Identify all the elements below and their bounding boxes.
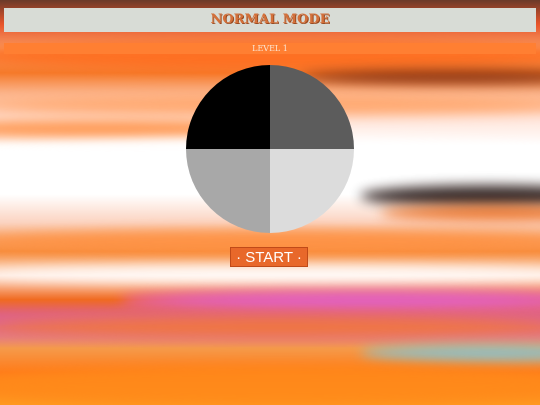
color-wheel[interactable] <box>186 65 354 233</box>
bg-streak <box>0 365 540 405</box>
wheel-quadrant-bottom-left[interactable] <box>186 149 270 233</box>
wheel-quadrant-top-right[interactable] <box>270 65 354 149</box>
bg-streak <box>380 205 540 221</box>
bg-streak <box>0 315 540 337</box>
level-label: LEVEL 1 <box>4 43 536 54</box>
mode-title: NORMAL MODE <box>4 8 536 32</box>
bg-streak <box>360 345 540 361</box>
start-button[interactable]: · START · <box>230 247 308 267</box>
bg-streak <box>120 290 540 310</box>
wheel-quadrant-top-left[interactable] <box>186 65 270 149</box>
bg-streak <box>360 185 540 207</box>
wheel-quadrant-bottom-right[interactable] <box>270 149 354 233</box>
